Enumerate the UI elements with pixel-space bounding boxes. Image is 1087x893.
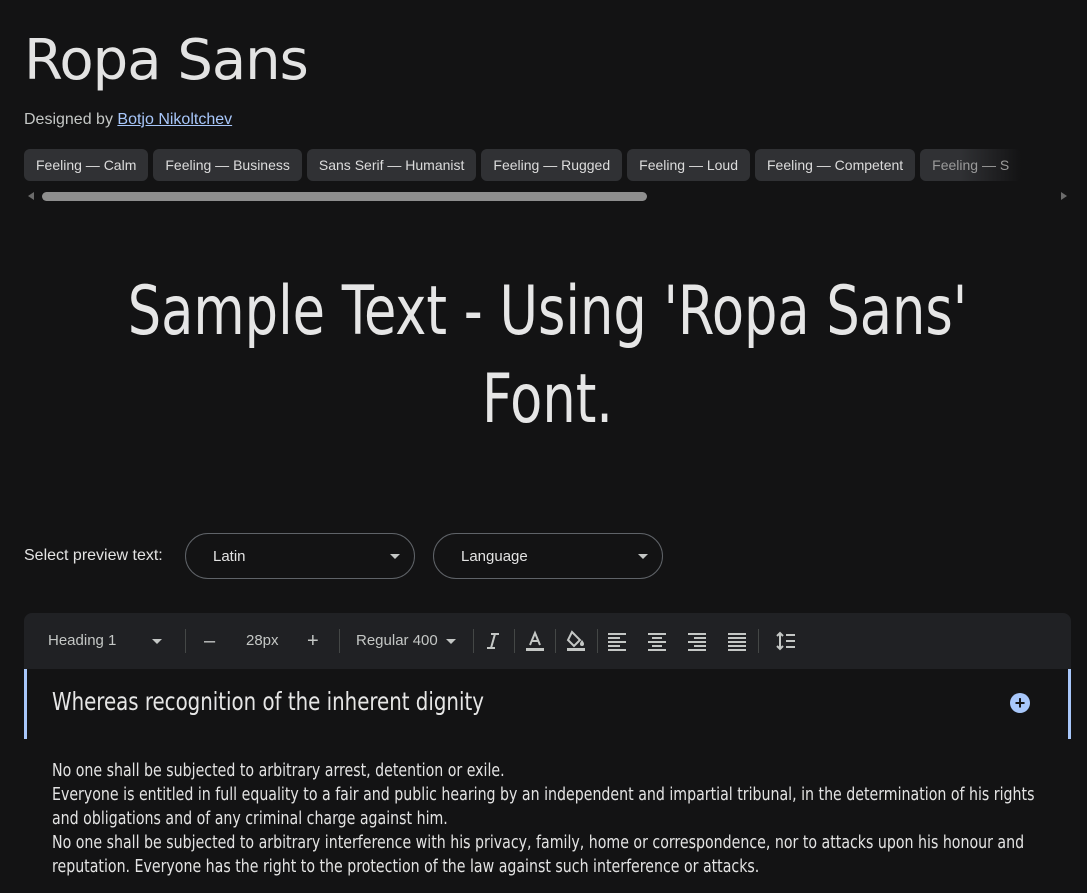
align-center-icon[interactable] — [645, 629, 669, 653]
text-style-value: Heading 1 — [48, 632, 117, 649]
text-toolbar: Heading 1 – 28px + Regular 400 — [24, 613, 1071, 669]
text-style-dropdown[interactable]: Heading 1 — [48, 613, 163, 669]
script-select-value: Latin — [213, 548, 246, 565]
preview-heading-box[interactable]: Whereas recognition of the inherent dign… — [24, 669, 1071, 739]
increase-size-button[interactable]: + — [307, 613, 319, 669]
align-right-icon[interactable] — [685, 629, 709, 653]
divider — [185, 629, 186, 653]
tag-chip[interactable]: Feeling — S — [920, 149, 1022, 181]
scrollbar-thumb[interactable] — [42, 192, 647, 201]
preview-heading[interactable]: Whereas recognition of the inherent dign… — [52, 687, 484, 716]
divider — [473, 629, 474, 653]
tag-chip[interactable]: Feeling — Loud — [627, 149, 750, 181]
align-justify-icon[interactable] — [725, 629, 749, 653]
line-height-icon[interactable] — [774, 629, 798, 653]
tag-chip[interactable]: Feeling — Calm — [24, 149, 149, 181]
chevron-down-icon — [445, 638, 456, 644]
body-paragraph: No one shall be subjected to arbitrary a… — [52, 761, 505, 781]
tag-chip[interactable]: Feeling — Business — [153, 149, 302, 181]
script-select[interactable]: Latin — [185, 533, 415, 579]
text-color-icon[interactable] — [523, 629, 547, 653]
chevron-down-icon — [390, 554, 400, 559]
italic-icon[interactable] — [481, 629, 505, 653]
scroll-left-icon[interactable] — [28, 192, 34, 200]
align-left-icon[interactable] — [605, 629, 629, 653]
chevron-down-icon — [638, 554, 648, 559]
scroll-right-icon[interactable] — [1061, 192, 1067, 200]
tag-chip[interactable]: Feeling — Competent — [754, 149, 916, 181]
divider — [597, 629, 598, 653]
decrease-size-button[interactable]: – — [204, 613, 215, 669]
body-paragraph: Everyone is entitled in full equality to… — [52, 785, 1035, 829]
sample-text: Sample Text - Using 'Ropa Sans' Font. — [127, 272, 968, 439]
font-weight-value: Regular 400 — [356, 632, 438, 649]
tag-chip[interactable]: Sans Serif — Humanist — [306, 149, 477, 181]
divider — [555, 629, 556, 653]
preview-text-label: Select preview text: — [24, 547, 163, 564]
tag-scrollbar[interactable] — [24, 191, 1071, 203]
font-title: Ropa Sans — [24, 28, 309, 93]
tag-chip[interactable]: Feeling — Rugged — [481, 149, 623, 181]
fill-color-icon[interactable] — [564, 629, 588, 653]
add-circle-icon[interactable]: + — [1010, 693, 1030, 713]
preview-body[interactable]: No one shall be subjected to arbitrary a… — [52, 759, 1062, 879]
divider — [339, 629, 340, 653]
language-select-value: Language — [461, 548, 528, 565]
designer-line: Designed by Botjo Nikoltchev — [24, 111, 232, 129]
designer-link[interactable]: Botjo Nikoltchev — [117, 111, 232, 128]
font-page: Ropa Sans Designed by Botjo Nikoltchev F… — [0, 0, 1087, 893]
designed-by-label: Designed by — [24, 111, 113, 128]
divider — [758, 629, 759, 653]
chevron-down-icon — [152, 638, 163, 644]
body-paragraph: No one shall be subjected to arbitrary i… — [52, 833, 1025, 877]
tag-list: Feeling — Calm Feeling — Business Sans Ser… — [24, 149, 1071, 182]
font-weight-dropdown[interactable]: Regular 400 — [356, 613, 456, 669]
language-select[interactable]: Language — [433, 533, 663, 579]
divider — [514, 629, 515, 653]
font-size-value: 28px — [246, 632, 279, 649]
